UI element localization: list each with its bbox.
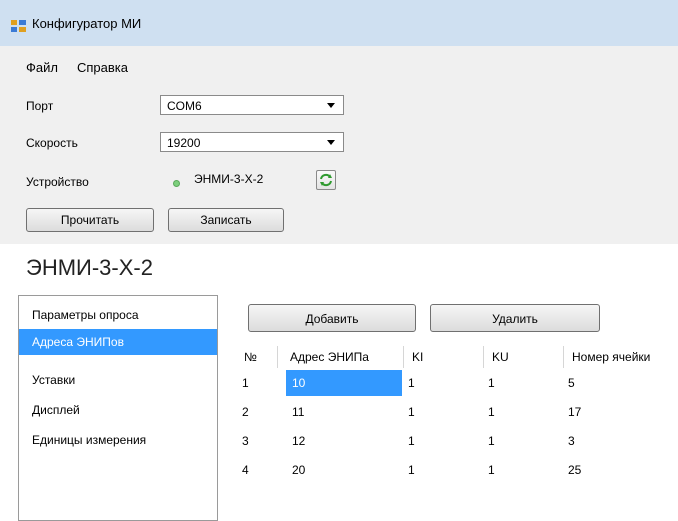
- table-cell[interactable]: 1: [488, 428, 495, 454]
- table-cell[interactable]: 3: [568, 428, 575, 454]
- device-label: Устройство: [26, 175, 89, 189]
- table-cell[interactable]: 1: [408, 428, 415, 454]
- window-title: Конфигуратор МИ: [32, 16, 142, 31]
- speed-value: 19200: [167, 136, 201, 150]
- column-header-cell-number[interactable]: Номер ячейки: [564, 346, 678, 368]
- column-header-ku[interactable]: KU: [484, 346, 564, 368]
- chevron-down-icon: [327, 103, 335, 108]
- table-cell[interactable]: 4: [242, 457, 249, 483]
- title-bar: Конфигуратор МИ: [0, 0, 678, 46]
- sidebar-item-units[interactable]: Единицы измерения: [19, 427, 217, 453]
- sidebar-item-display[interactable]: Дисплей: [19, 397, 217, 423]
- sidebar-item-enip-addresses[interactable]: Адреса ЭНИПов: [19, 329, 217, 355]
- menu-help[interactable]: Справка: [77, 60, 128, 75]
- speed-select[interactable]: 19200: [160, 132, 344, 152]
- status-dot-icon: [173, 180, 180, 187]
- refresh-button[interactable]: [316, 170, 336, 190]
- table-cell[interactable]: 1: [488, 457, 495, 483]
- read-button[interactable]: Прочитать: [26, 208, 154, 232]
- column-header-ki[interactable]: KI: [404, 346, 484, 368]
- device-value: ЭНМИ-3-Х-2: [194, 172, 264, 186]
- table-cell[interactable]: 1: [408, 370, 415, 396]
- column-header-number[interactable]: №: [240, 346, 278, 368]
- port-label: Порт: [26, 99, 54, 113]
- table-cell[interactable]: 1: [488, 399, 495, 425]
- device-title: ЭНМИ-3-Х-2: [26, 255, 153, 280]
- port-value: COM6: [167, 99, 202, 113]
- table-cell[interactable]: 12: [292, 428, 305, 454]
- table-cell[interactable]: 1: [488, 370, 495, 396]
- table-cell[interactable]: 11: [292, 399, 304, 425]
- table-cell[interactable]: 3: [242, 428, 249, 454]
- refresh-icon: [320, 173, 332, 187]
- chevron-down-icon: [327, 140, 335, 145]
- speed-label: Скорость: [26, 136, 78, 150]
- table-cell[interactable]: 2: [242, 399, 249, 425]
- table-cell[interactable]: 1: [408, 457, 415, 483]
- menu-file[interactable]: Файл: [26, 60, 58, 75]
- table-cell[interactable]: 1: [242, 370, 249, 396]
- sidebar-item-polling-params[interactable]: Параметры опроса: [19, 302, 217, 328]
- table-cell-selected[interactable]: 10: [286, 370, 402, 396]
- table-cell[interactable]: 5: [568, 370, 575, 396]
- column-header-address[interactable]: Адрес ЭНИПа: [278, 346, 404, 368]
- delete-button[interactable]: Удалить: [430, 304, 600, 332]
- sidebar-item-setpoints[interactable]: Уставки: [19, 367, 217, 393]
- table-cell[interactable]: 17: [568, 399, 581, 425]
- add-button[interactable]: Добавить: [248, 304, 416, 332]
- windows-form-icon: [11, 20, 26, 32]
- table-cell[interactable]: 25: [568, 457, 581, 483]
- table-cell[interactable]: 1: [408, 399, 415, 425]
- section-list[interactable]: Параметры опроса Адреса ЭНИПов Уставки Д…: [18, 295, 218, 521]
- write-button[interactable]: Записать: [168, 208, 284, 232]
- port-select[interactable]: COM6: [160, 95, 344, 115]
- table-cell[interactable]: 20: [292, 457, 305, 483]
